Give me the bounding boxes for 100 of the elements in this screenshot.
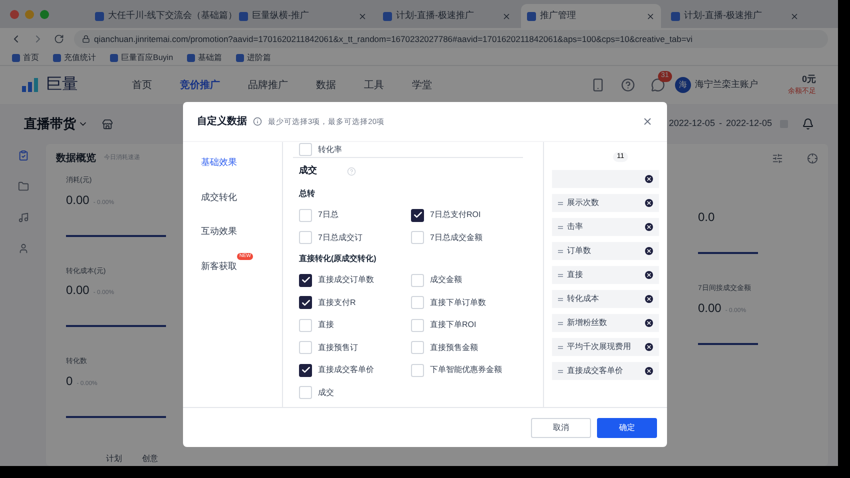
remove-icon[interactable] [645, 199, 653, 207]
checkbox[interactable] [411, 364, 424, 377]
option-label: 7日总成交订 [318, 232, 362, 244]
browser-tab[interactable]: 计划-直播-极速推广 [377, 4, 517, 28]
page-icon [239, 12, 248, 20]
nav-tab[interactable]: 学堂 [412, 78, 432, 92]
selected-chip[interactable]: 击率 [552, 218, 659, 236]
bottom-tab[interactable]: 创意 [142, 453, 158, 465]
remove-icon[interactable] [645, 295, 653, 303]
checkbox[interactable] [299, 208, 312, 222]
drag-handle-icon[interactable] [558, 370, 563, 372]
overview-title: 数据概览 [56, 152, 96, 166]
cancel-button[interactable]: 取消 [531, 418, 591, 438]
checkbox[interactable] [411, 318, 424, 332]
selected-chip[interactable]: 平均千次展现费用 [552, 338, 659, 356]
folder-icon[interactable] [18, 181, 28, 192]
page-icon [95, 12, 104, 20]
bookmark-link[interactable]: 充值统计 [53, 52, 96, 64]
music-note-icon[interactable] [18, 212, 28, 223]
help-icon[interactable] [621, 78, 635, 92]
store-icon [102, 118, 113, 130]
close-icon[interactable] [642, 116, 653, 127]
bookmark-link[interactable]: 进阶篇 [236, 52, 272, 64]
drag-handle-icon[interactable] [558, 250, 563, 252]
browser-tab[interactable]: 推广管理 [521, 4, 661, 28]
checkbox[interactable] [299, 231, 312, 244]
address-field[interactable]: qianchuan.jinritemai.com/promotion?aavid=1701620211842061&x_tt_random=1670232027786#aavid=1701620211842061&aps=100&cps=10&creative_tab=vi [74, 30, 828, 48]
drag-handle-icon[interactable] [558, 346, 563, 348]
drag-handle-icon[interactable] [558, 298, 563, 300]
category-tab[interactable]: 互动效果 [201, 225, 237, 238]
logo-text: 巨量 [46, 75, 78, 95]
nav-tab[interactable]: 工具 [364, 78, 384, 92]
phone-icon[interactable] [591, 78, 605, 92]
metric-value: 0.00 [698, 300, 722, 316]
option-label: 直接支付R [318, 296, 356, 309]
page-icon [671, 12, 680, 20]
bottom-tab[interactable]: 计划 [106, 453, 122, 465]
bookmark-link[interactable]: 基础篇 [187, 52, 222, 64]
date-start[interactable]: 2022-12-05 [668, 117, 715, 131]
selected-chip[interactable]: 新增粉丝数 [552, 314, 659, 332]
help-icon [347, 166, 356, 176]
bookmark-icon [53, 54, 61, 62]
date-end[interactable]: 2022-12-05 [726, 117, 772, 131]
bookmark-link[interactable]: 首页 [12, 52, 39, 64]
remove-icon[interactable] [645, 343, 653, 351]
reload-icon[interactable] [54, 34, 64, 44]
remove-icon[interactable] [645, 367, 653, 375]
message-icon[interactable] [651, 78, 665, 92]
drag-handle-icon[interactable] [558, 226, 563, 228]
crosshair-icon[interactable] [807, 152, 818, 164]
checkbox[interactable] [411, 208, 424, 222]
clipboard-icon[interactable] [18, 150, 28, 161]
close-icon[interactable] [646, 12, 655, 20]
selected-chip[interactable]: 直接 [552, 266, 659, 284]
selected-chip[interactable]: 订单数 [552, 242, 659, 260]
checkbox[interactable] [299, 386, 312, 400]
account-name[interactable]: 海宁兰栾主账户 [695, 78, 758, 92]
checkbox[interactable] [299, 364, 312, 377]
nav-tab[interactable]: 品牌推广 [248, 78, 288, 92]
selected-chip[interactable]: 展示次数 [552, 194, 659, 212]
avatar[interactable]: 海 [675, 77, 691, 93]
scene-dropdown[interactable]: 直播带货 [24, 114, 88, 134]
checkbox[interactable] [411, 341, 424, 354]
selected-chip[interactable]: 转化成本 [552, 290, 659, 308]
category-tab[interactable]: 基础效果 [201, 156, 237, 170]
option-label: 7日总 [318, 209, 338, 222]
bookmark-link[interactable]: 巨量百应Buyin [110, 52, 174, 64]
checkbox[interactable] [411, 296, 424, 310]
close-icon[interactable] [358, 12, 367, 20]
remove-icon[interactable] [645, 175, 653, 183]
checkbox[interactable] [299, 318, 312, 332]
remove-icon[interactable] [645, 223, 653, 231]
checkbox[interactable] [299, 274, 312, 287]
remove-icon[interactable] [645, 319, 653, 327]
checkbox[interactable] [299, 143, 312, 156]
drag-handle-icon[interactable] [558, 202, 563, 204]
remove-icon[interactable] [645, 271, 653, 279]
checkbox[interactable] [411, 231, 424, 244]
remove-icon[interactable] [645, 247, 653, 255]
nav-tab[interactable]: 数据 [316, 78, 336, 92]
option-label: 直接成交客单价 [318, 364, 374, 376]
checkbox[interactable] [299, 296, 312, 310]
category-tab[interactable]: 成交转化 [201, 190, 237, 204]
drag-handle-icon[interactable] [558, 322, 563, 324]
selected-chip[interactable] [552, 170, 659, 188]
close-icon[interactable] [790, 12, 799, 20]
checkbox[interactable] [299, 341, 312, 354]
nav-tab[interactable]: 竞价推广 [180, 78, 220, 92]
selected-chip[interactable]: 直接成交客单价 [552, 362, 659, 380]
alarm-icon[interactable] [802, 118, 814, 130]
tab-title: 推广管理 [540, 9, 577, 22]
sliders-icon[interactable] [772, 152, 783, 164]
checkbox[interactable] [411, 274, 424, 287]
balance: 0元 [802, 73, 816, 86]
nav-tab[interactable]: 首页 [132, 78, 152, 92]
browser-tab[interactable]: 计划-直播-极速推广 [665, 4, 805, 28]
drag-handle-icon[interactable] [558, 274, 563, 276]
user-icon[interactable] [18, 243, 28, 254]
close-icon[interactable] [502, 12, 511, 20]
confirm-button[interactable]: 确定 [597, 418, 657, 438]
